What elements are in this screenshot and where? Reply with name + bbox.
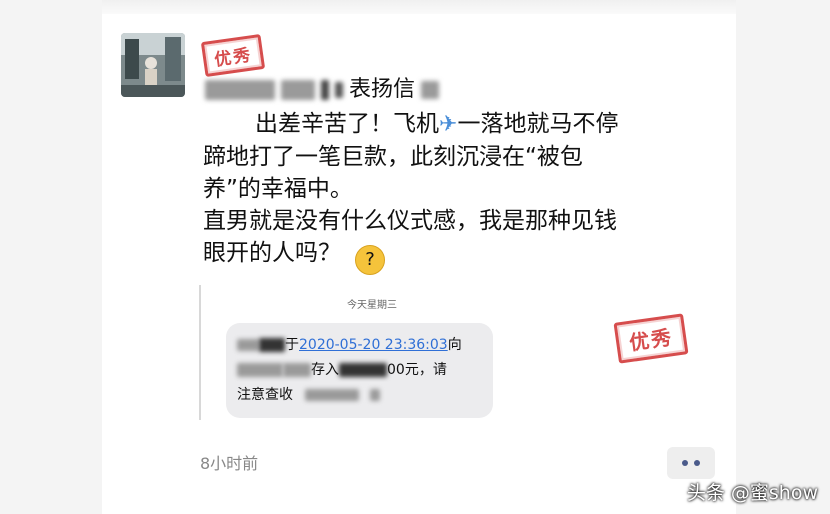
redacted-text: [335, 82, 343, 98]
sms-text: 于: [285, 337, 299, 353]
post-text: 眼开的人吗？: [203, 240, 341, 266]
redacted-text: [321, 80, 329, 100]
redacted-text: [281, 80, 315, 100]
redacted-text: [259, 338, 285, 352]
post-body: 出差辛苦了！飞机✈一落地就马不停 蹄地打了一笔巨款，此刻沉浸在“被包 养”的幸福…: [203, 108, 723, 275]
redacted-text: [339, 363, 387, 377]
date-label: 今天星期三: [347, 300, 397, 311]
sms-date-link[interactable]: 2020-05-20 23:36:03: [299, 337, 448, 353]
more-dots-icon[interactable]: [667, 447, 715, 479]
thinking-face-icon: ?: [355, 245, 385, 275]
post-text: 出差辛苦了！飞机: [255, 111, 439, 137]
quote-bar: [199, 285, 201, 420]
sms-text: 00元，请: [387, 362, 447, 378]
post-title: 表扬信: [205, 76, 440, 104]
sms-text: 注意查收: [237, 387, 293, 403]
redacted-text: [421, 81, 440, 99]
post-line: 出差辛苦了！飞机✈一落地就马不停: [203, 108, 723, 141]
sms-line: 注意查收: [237, 383, 493, 408]
redacted-text: [283, 363, 311, 377]
dot: [694, 460, 700, 466]
sms-text: 向: [447, 337, 462, 353]
post-line: 养”的幸福中。: [203, 176, 353, 202]
post-line: 眼开的人吗？?: [203, 237, 723, 275]
post-text: 一落地就马不停: [457, 111, 619, 137]
post-line: 蹄地打了一笔巨款，此刻沉浸在“被包: [203, 144, 583, 170]
sms-text: 存入: [311, 362, 339, 378]
redacted-text: [237, 339, 259, 351]
airplane-icon: ✈: [439, 112, 458, 137]
sms-bubble: 于2020-05-20 23:36:03向 存入 00元，请 注意查收: [226, 323, 493, 418]
watermark: 头条 @蜜show: [686, 482, 818, 504]
sms-line: 存入 00元，请: [237, 358, 493, 383]
post-time: 8小时前: [200, 454, 259, 473]
dot: [682, 460, 688, 466]
redacted-text: [305, 389, 360, 401]
title-text: 表扬信: [349, 77, 416, 102]
post-line: 直男就是没有什么仪式感，我是那种见钱: [203, 208, 617, 234]
sms-line: 于2020-05-20 23:36:03向: [237, 333, 493, 358]
redacted-text: [205, 80, 275, 100]
redacted-text: [369, 389, 380, 401]
top-divider: [102, 0, 736, 14]
redacted-text: [237, 363, 283, 377]
avatar[interactable]: [121, 33, 185, 97]
